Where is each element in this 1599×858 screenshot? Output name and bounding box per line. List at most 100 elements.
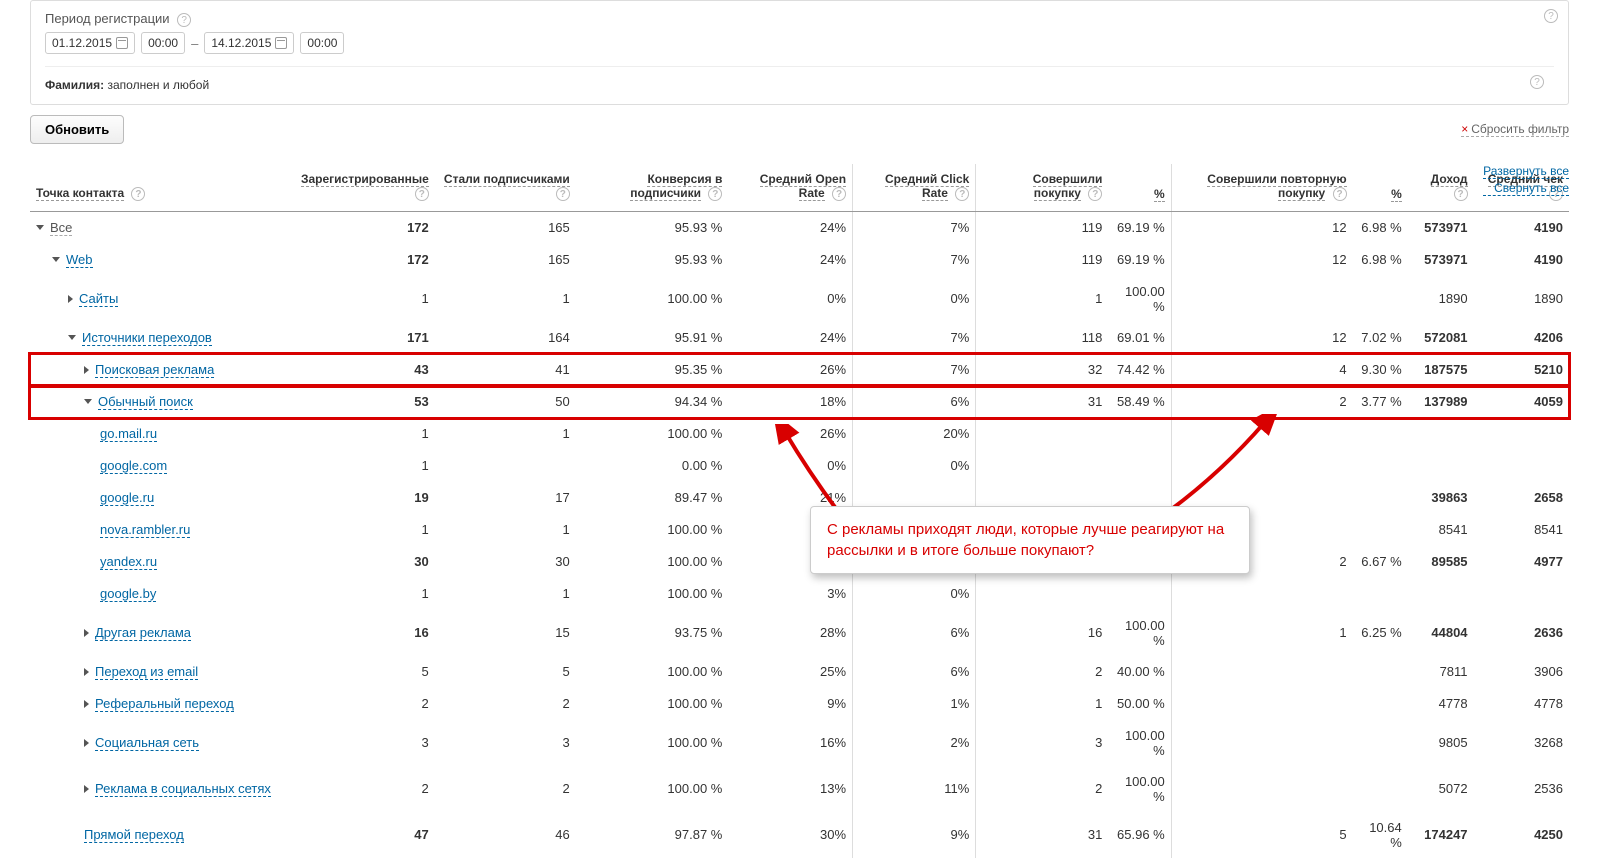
help-icon[interactable]: ?: [131, 187, 145, 201]
row-label[interactable]: Другая реклама: [95, 625, 191, 641]
help-icon[interactable]: ?: [708, 187, 722, 201]
time-from-input[interactable]: 00:00: [141, 32, 185, 54]
row-label[interactable]: Web: [66, 252, 93, 268]
cell-avg: [1474, 450, 1569, 482]
cell-rebuy: 4: [1171, 354, 1352, 386]
filter-panel: ? Период регистрации ? 01.12.2015 00:00 …: [30, 0, 1569, 105]
cell-rebuy: [1171, 720, 1352, 766]
help-icon[interactable]: ?: [415, 187, 429, 201]
cell-sub: 1: [435, 578, 576, 610]
table-row: Прямой переход474697.87 %30%9%3165.96 %5…: [30, 812, 1569, 858]
cell-click: 0%: [853, 276, 976, 322]
row-label[interactable]: Источники переходов: [82, 330, 212, 346]
refresh-button[interactable]: Обновить: [30, 115, 124, 144]
cell-conv: 95.35 %: [576, 354, 729, 386]
row-label[interactable]: google.by: [100, 586, 156, 602]
cell-reg: 43: [280, 354, 435, 386]
row-label[interactable]: yandex.ru: [100, 554, 157, 570]
cell-click: 7%: [853, 244, 976, 276]
expand-icon[interactable]: [68, 295, 73, 303]
help-icon[interactable]: ?: [1333, 187, 1347, 201]
cell-conv: 95.93 %: [576, 211, 729, 244]
cell-open: 9%: [728, 688, 852, 720]
help-icon[interactable]: ?: [1454, 187, 1468, 201]
col-open-rate: Средний Open Rate ?: [728, 164, 852, 211]
collapse-icon[interactable]: [84, 399, 92, 404]
expand-all-link[interactable]: Развернуть все: [1483, 164, 1569, 179]
cell-income: 44804: [1408, 610, 1474, 656]
row-label: Все: [50, 220, 72, 236]
cell-buypct: 74.42 %: [1108, 354, 1171, 386]
collapse-all-link[interactable]: Свернуть все: [1483, 181, 1569, 196]
row-label[interactable]: Социальная сеть: [95, 735, 199, 751]
cell-rebuypct: 6.67 %: [1353, 546, 1408, 578]
row-label[interactable]: Переход из email: [95, 664, 198, 680]
cell-buy: 2: [976, 766, 1109, 812]
help-icon[interactable]: ?: [1544, 9, 1558, 23]
time-to-input[interactable]: 00:00: [300, 32, 344, 54]
cell-rebuypct: 6.98 %: [1353, 211, 1408, 244]
expand-icon[interactable]: [84, 739, 89, 747]
row-label[interactable]: Реклама в социальных сетях: [95, 781, 271, 797]
cell-rebuy: [1171, 418, 1352, 450]
expand-icon[interactable]: [84, 700, 89, 708]
collapse-icon[interactable]: [68, 335, 76, 340]
cell-reg: 1: [280, 276, 435, 322]
cell-sub: 1: [435, 418, 576, 450]
cell-conv: 97.87 %: [576, 812, 729, 858]
row-label[interactable]: nova.rambler.ru: [100, 522, 190, 538]
cell-conv: 95.93 %: [576, 244, 729, 276]
reset-filter-link[interactable]: ×Сбросить фильтр: [1461, 122, 1569, 137]
collapse-icon[interactable]: [52, 257, 60, 262]
row-label[interactable]: Сайты: [79, 291, 118, 307]
expand-icon[interactable]: [84, 366, 89, 374]
help-icon[interactable]: ?: [1088, 187, 1102, 201]
cell-rebuy: 12: [1171, 211, 1352, 244]
row-label[interactable]: Прямой переход: [84, 827, 184, 843]
cell-buypct: 58.49 %: [1108, 386, 1171, 418]
cell-income: 187575: [1408, 354, 1474, 386]
cell-reg: 171: [280, 322, 435, 354]
table-row: Другая реклама161593.75 %28%6%16100.00 %…: [30, 610, 1569, 656]
date-from-input[interactable]: 01.12.2015: [45, 32, 135, 54]
table-row: Источники переходов17116495.91 %24%7%118…: [30, 322, 1569, 354]
cell-rebuypct: [1353, 514, 1408, 546]
help-icon[interactable]: ?: [177, 13, 191, 27]
date-to-input[interactable]: 14.12.2015: [204, 32, 294, 54]
help-icon[interactable]: ?: [955, 187, 969, 201]
row-label[interactable]: Реферальный переход: [95, 696, 234, 712]
cell-avg: 1890: [1474, 276, 1569, 322]
cell-sub: 165: [435, 211, 576, 244]
row-label[interactable]: Поисковая реклама: [95, 362, 214, 378]
expand-icon[interactable]: [84, 785, 89, 793]
row-label[interactable]: go.mail.ru: [100, 426, 157, 442]
cell-open: 18%: [728, 386, 852, 418]
cell-income: [1408, 450, 1474, 482]
col-click-rate: Средний Click Rate ?: [853, 164, 976, 211]
cell-click: 9%: [853, 812, 976, 858]
table-row: Все17216595.93 %24%7%11969.19 %126.98 %5…: [30, 211, 1569, 244]
collapse-icon[interactable]: [36, 225, 44, 230]
cell-sub: [435, 450, 576, 482]
expand-icon[interactable]: [84, 668, 89, 676]
row-label[interactable]: google.com: [100, 458, 167, 474]
expand-icon[interactable]: [84, 629, 89, 637]
table-row: google.by11100.00 %3%0%: [30, 578, 1569, 610]
cell-income: [1408, 578, 1474, 610]
cell-click: 7%: [853, 322, 976, 354]
cell-rebuypct: 7.02 %: [1353, 322, 1408, 354]
help-icon[interactable]: ?: [832, 187, 846, 201]
cell-click: 6%: [853, 386, 976, 418]
cell-conv: 100.00 %: [576, 546, 729, 578]
cell-conv: 100.00 %: [576, 766, 729, 812]
cell-sub: 2: [435, 688, 576, 720]
help-icon[interactable]: ?: [556, 187, 570, 201]
cell-income: 1890: [1408, 276, 1474, 322]
cell-rebuy: [1171, 276, 1352, 322]
row-label[interactable]: Обычный поиск: [98, 394, 193, 410]
help-icon[interactable]: ?: [1530, 75, 1544, 89]
cell-rebuy: 12: [1171, 322, 1352, 354]
row-label[interactable]: google.ru: [100, 490, 154, 506]
cell-avg: [1474, 418, 1569, 450]
table-row: Реферальный переход22100.00 %9%1%150.00 …: [30, 688, 1569, 720]
